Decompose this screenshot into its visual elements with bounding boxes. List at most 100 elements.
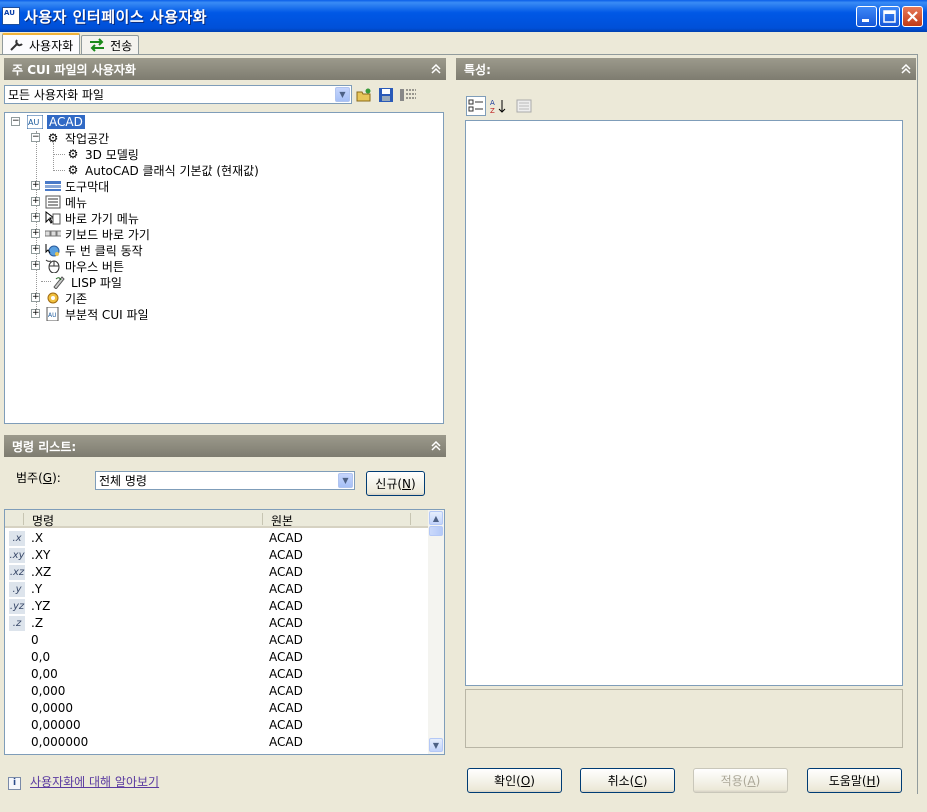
- open-folder-icon: [356, 88, 371, 102]
- save-button[interactable]: [377, 86, 395, 104]
- double-chevron-up-icon: [431, 63, 441, 74]
- expand-toggle[interactable]: +: [31, 229, 40, 238]
- tab-transfer-label: 전송: [110, 38, 133, 53]
- title-bar: AU 사용자 인터페이스 사용자화: [0, 0, 927, 32]
- table-row[interactable]: 0,000000 ACAD: [5, 734, 430, 751]
- table-row[interactable]: .yz .YZ ACAD: [5, 598, 430, 615]
- table-row[interactable]: 0,0000 ACAD: [5, 700, 430, 717]
- tree-node-label: 기존: [65, 291, 88, 306]
- open-file-button[interactable]: [355, 86, 373, 104]
- chevron-down-icon: ▼: [338, 473, 353, 488]
- command-list-title: 명령 리스트:: [12, 439, 77, 454]
- minimize-button[interactable]: [856, 6, 877, 27]
- sort-az-icon: AZ: [490, 99, 506, 114]
- command-name: .XY: [31, 548, 51, 562]
- tree-node-menus[interactable]: + 메뉴: [31, 194, 87, 210]
- collapse-customizations-button[interactable]: [429, 61, 443, 76]
- command-source: ACAD: [269, 616, 303, 630]
- table-row[interactable]: 0,000 ACAD: [5, 683, 430, 700]
- tab-transfer[interactable]: 전송: [81, 35, 140, 54]
- tree-node-toolbars[interactable]: + 도구막대: [31, 178, 109, 194]
- tree-node-label: 작업공간: [65, 131, 110, 146]
- close-button[interactable]: [902, 6, 923, 27]
- tree-node-legacy[interactable]: + 기존: [31, 290, 87, 306]
- expand-toggle[interactable]: +: [31, 213, 40, 222]
- command-name: 0,00: [31, 667, 58, 681]
- ok-button[interactable]: 확인(O): [467, 768, 562, 793]
- column-header-source[interactable]: 원본: [271, 512, 293, 529]
- customizations-panel-header: 주 CUI 파일의 사용자화: [4, 58, 446, 80]
- categorized-list-icon: [468, 99, 483, 112]
- tree-node-shortcut-menus[interactable]: + 바로 가기 메뉴: [31, 210, 139, 226]
- tree-node-lisp-files[interactable]: LISP 파일: [51, 274, 122, 290]
- tree-node-3d-modeling[interactable]: ⚙ 3D 모델링: [65, 146, 139, 162]
- table-row[interactable]: 0,00 ACAD: [5, 666, 430, 683]
- tree-node-double-click-actions[interactable]: + 두 번 클릭 동작: [31, 242, 143, 258]
- customization-tree[interactable]: − AU ACAD − ⚙ 작업공간 ⚙ 3D 모델링 ⚙ AutoCAD 클래…: [4, 112, 444, 424]
- collapse-command-list-button[interactable]: [429, 438, 443, 453]
- close-icon: [907, 11, 918, 22]
- table-row[interactable]: .y .Y ACAD: [5, 581, 430, 598]
- expand-toggle[interactable]: +: [31, 197, 40, 206]
- expand-toggle[interactable]: +: [31, 309, 40, 318]
- collapse-toggle[interactable]: −: [31, 133, 40, 142]
- cancel-button[interactable]: 취소(C): [580, 768, 675, 793]
- gear-icon: ⚙: [47, 131, 59, 145]
- help-button[interactable]: 도움말(H): [807, 768, 902, 793]
- tab-customize[interactable]: 사용자화: [2, 33, 81, 55]
- properties-grid[interactable]: [465, 120, 903, 686]
- collapse-properties-button[interactable]: [899, 61, 913, 76]
- tree-node-autocad-classic[interactable]: ⚙ AutoCAD 클래식 기본값 (현재값): [65, 162, 259, 178]
- tree-node-workspaces[interactable]: − ⚙ 작업공간: [31, 130, 109, 146]
- table-row[interactable]: 0,00000 ACAD: [5, 717, 430, 734]
- tree-node-partial-cui-files[interactable]: + AU 부분적 CUI 파일: [31, 306, 149, 322]
- command-icon: .y: [9, 582, 25, 597]
- command-source: ACAD: [269, 718, 303, 732]
- tree-node-label: 3D 모델링: [85, 147, 139, 162]
- category-select[interactable]: 전체 명령 ▼: [95, 471, 355, 490]
- cui-file-filter-value: 모든 사용자화 파일: [8, 88, 104, 102]
- cui-file-filter-select[interactable]: 모든 사용자화 파일 ▼: [4, 85, 352, 104]
- collapse-toggle[interactable]: −: [11, 117, 20, 126]
- scroll-down-button[interactable]: ▼: [429, 738, 443, 752]
- command-source: ACAD: [269, 735, 303, 749]
- tree-node-mouse-buttons[interactable]: + 마우스 버튼: [31, 258, 124, 274]
- expand-toggle[interactable]: +: [31, 181, 40, 190]
- scroll-up-button[interactable]: ▲: [429, 511, 443, 525]
- command-icon: .xy: [9, 548, 25, 563]
- tree-node-label: AutoCAD 클래식 기본값 (현재값): [85, 163, 259, 178]
- table-row[interactable]: .x .X ACAD: [5, 530, 430, 547]
- new-command-button[interactable]: 신규(N): [366, 471, 425, 496]
- chevron-down-icon: ▼: [335, 87, 350, 102]
- wrench-icon: [10, 39, 23, 51]
- window-title: 사용자 인터페이스 사용자화: [24, 7, 208, 26]
- expand-toggle[interactable]: +: [31, 293, 40, 302]
- table-row[interactable]: .xz .XZ ACAD: [5, 564, 430, 581]
- partial-cui-icon: AU: [45, 307, 61, 321]
- tree-node-keyboard-shortcuts[interactable]: + 키보드 바로 가기: [31, 226, 150, 242]
- properties-description: [465, 689, 903, 748]
- command-name: 0,00000: [31, 718, 81, 732]
- command-list-scrollbar[interactable]: ▲ ▼: [428, 510, 444, 754]
- display-filters-button[interactable]: [399, 86, 417, 104]
- expand-toggle[interactable]: +: [31, 261, 40, 270]
- property-pages-button[interactable]: [514, 96, 534, 116]
- scroll-thumb[interactable]: [429, 526, 443, 536]
- categorized-view-button[interactable]: [466, 96, 486, 116]
- maximize-button[interactable]: [879, 6, 900, 27]
- tree-root-acad[interactable]: − AU ACAD: [11, 114, 85, 130]
- column-header-command[interactable]: 명령: [32, 512, 54, 529]
- table-row[interactable]: .z .Z ACAD: [5, 615, 430, 632]
- table-row[interactable]: 0 ACAD: [5, 632, 430, 649]
- table-row[interactable]: 0,0 ACAD: [5, 649, 430, 666]
- alphabetical-view-button[interactable]: AZ: [488, 96, 508, 116]
- apply-button[interactable]: 적용(A): [693, 768, 788, 793]
- command-name: .X: [31, 531, 44, 545]
- command-list-table[interactable]: 명령 원본 .x .X ACAD .xy .XY ACAD .xz .XZ ACAD .y .Y AC…: [4, 509, 445, 755]
- table-row[interactable]: .xy .XY ACAD: [5, 547, 430, 564]
- expand-toggle[interactable]: +: [31, 245, 40, 254]
- tree-node-label: 마우스 버튼: [65, 259, 125, 274]
- command-source: ACAD: [269, 548, 303, 562]
- learn-customization-link[interactable]: 사용자화에 대해 알아보기: [30, 773, 159, 790]
- category-label: 범주(G):: [16, 471, 61, 485]
